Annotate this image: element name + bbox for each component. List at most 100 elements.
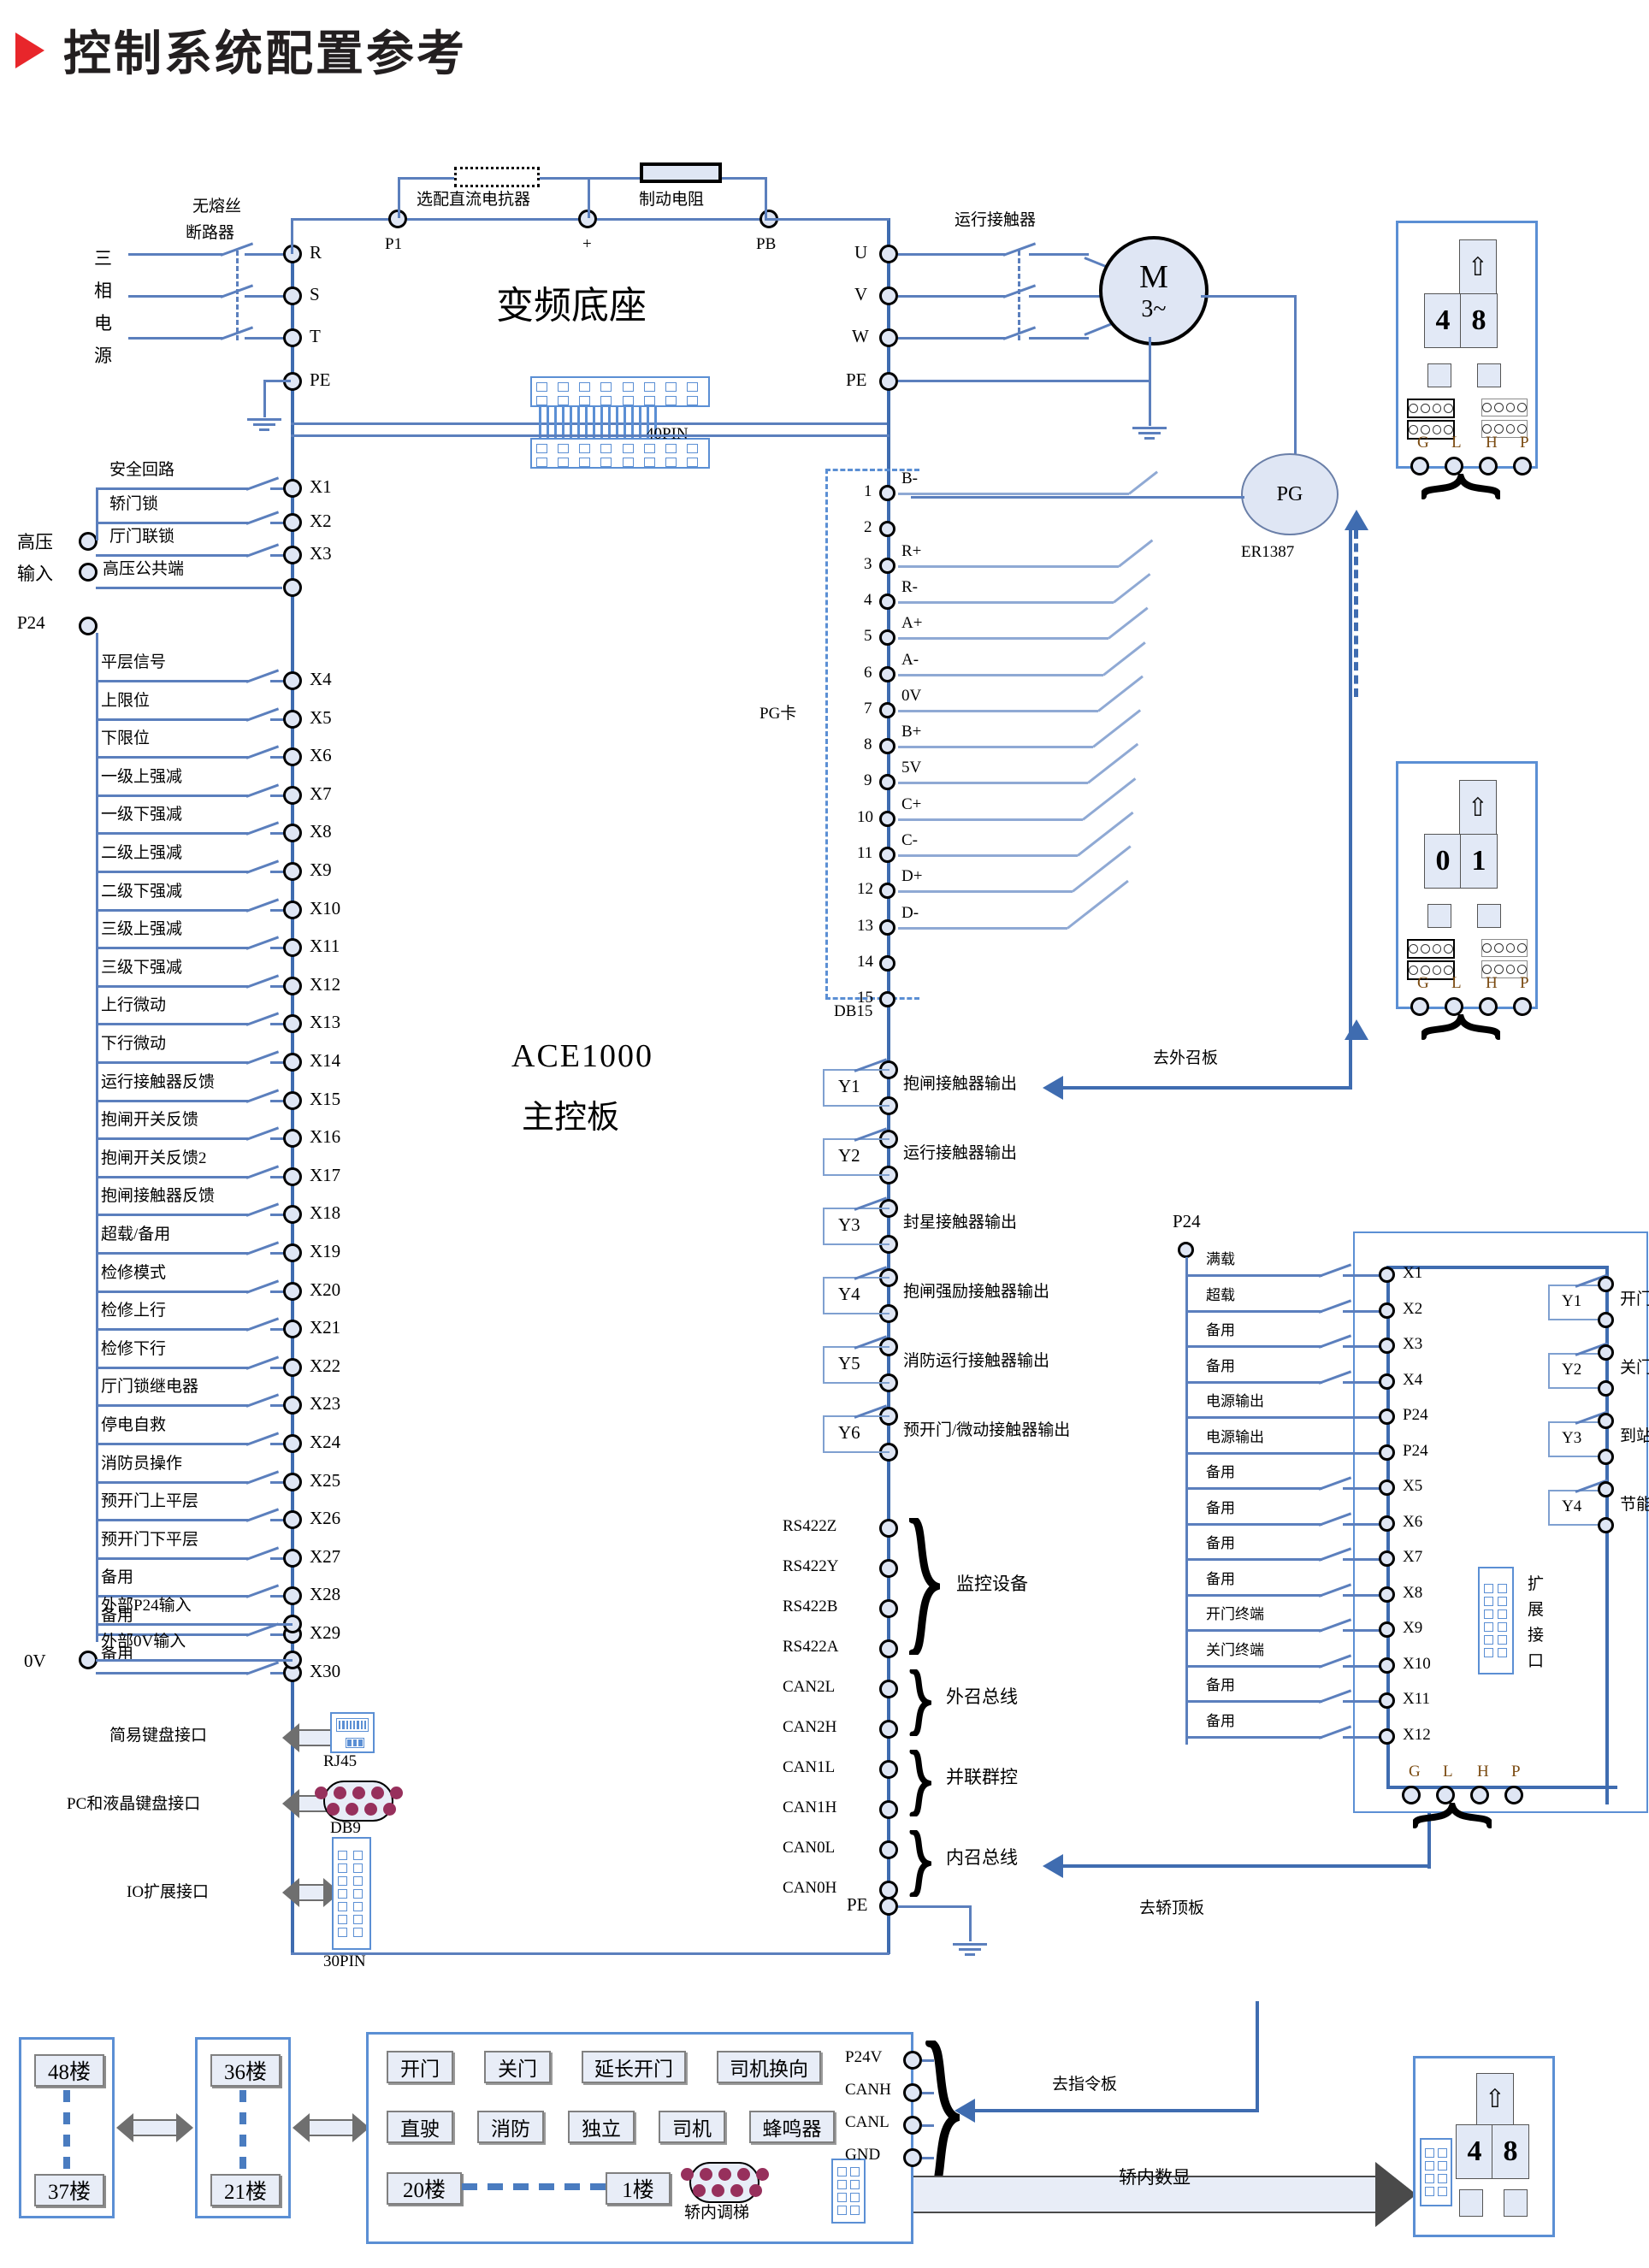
pg-pin-terminal-3[interactable] [879,558,895,574]
input-terminal-X24[interactable] [283,1434,302,1453]
input-terminal-X18[interactable] [283,1205,302,1224]
comm-signal-terminal-CAN2H[interactable] [879,1720,898,1739]
terminal-pe-out[interactable] [879,372,898,391]
hall-1-terminal-H[interactable] [1479,457,1498,475]
car-top-input-terminal-6[interactable] [1379,1480,1395,1496]
terminal-v[interactable] [879,286,898,305]
hall-1-terminal-G[interactable] [1410,457,1429,475]
comm-signal-terminal-CAN2L[interactable] [879,1680,898,1698]
car-top-input-terminal-2[interactable] [1379,1338,1395,1354]
car-top-output-terminal-Y3-a[interactable] [1598,1413,1614,1429]
hall-1-terminal-P[interactable] [1513,457,1532,475]
pg-pin-terminal-5[interactable] [879,629,895,646]
cop-button-开门[interactable]: 开门 [387,2051,453,2083]
hall-2-terminal-H[interactable] [1479,997,1498,1016]
hall-display-2-button-down[interactable] [1477,904,1501,928]
pg-pin-terminal-15[interactable] [879,991,895,1007]
input-terminal-X8[interactable] [283,824,302,842]
cop-button-蜂鸣器[interactable]: 蜂鸣器 [749,2111,835,2143]
car-top-input-terminal-5[interactable] [1379,1444,1395,1461]
input-terminal-X16[interactable] [283,1129,302,1148]
hall-display-2-connector-b[interactable] [1481,939,1528,957]
hall-display-2-connector-a[interactable] [1407,939,1455,959]
hall-2-terminal-L[interactable] [1445,997,1463,1016]
input-terminal-X26[interactable] [283,1510,302,1529]
comm-signal-terminal-CAN1H[interactable] [879,1800,898,1819]
terminal-u[interactable] [879,245,898,263]
hv-terminal-common[interactable] [79,563,98,582]
comm-signal-terminal-CAN1L[interactable] [879,1760,898,1779]
hall-2-terminal-G[interactable] [1410,997,1429,1016]
comm-signal-terminal-RS422B[interactable] [879,1599,898,1618]
pg-pin-terminal-8[interactable] [879,738,895,754]
pg-pin-terminal-4[interactable] [879,594,895,610]
hall-display-1-connector-b[interactable] [1481,399,1528,416]
car-display-button-2[interactable] [1504,2189,1528,2217]
terminal-p24-main[interactable] [79,617,98,635]
input-terminal-X11[interactable] [283,938,302,957]
cop-service-connector[interactable] [680,2162,769,2203]
hall-display-1-button-down[interactable] [1477,363,1501,387]
car-top-bus-terminal-L[interactable] [1436,1786,1455,1804]
hall-display-2-button-up[interactable] [1427,904,1451,928]
input-terminal-X28[interactable] [283,1586,302,1605]
car-top-input-terminal-9[interactable] [1379,1586,1395,1603]
terminal-t[interactable] [283,328,302,347]
car-top-bus-terminal-H[interactable] [1470,1786,1489,1804]
car-top-input-terminal-1[interactable] [1379,1302,1395,1319]
car-top-output-terminal-Y1-b[interactable] [1598,1312,1614,1328]
input-terminal-X19[interactable] [283,1243,302,1262]
hv-terminal-X1[interactable] [283,479,302,498]
car-top-input-terminal-0[interactable] [1379,1267,1395,1283]
cop-button-消防[interactable]: 消防 [477,2111,544,2143]
hv-terminal-live[interactable] [79,532,98,551]
rj45-connector[interactable] [330,1712,375,1753]
input-terminal-X15[interactable] [283,1091,302,1110]
input-terminal-X27[interactable] [283,1549,302,1568]
cop-terminal-CANL[interactable] [903,2116,922,2135]
terminal-0v[interactable] [79,1651,98,1669]
input-terminal-X13[interactable] [283,1014,302,1033]
car-top-output-terminal-Y3-b[interactable] [1598,1449,1614,1465]
pg-pin-terminal-10[interactable] [879,811,895,827]
pg-pin-terminal-12[interactable] [879,883,895,899]
cop-button-延长开门[interactable]: 延长开门 [582,2051,686,2083]
cop-button-司机换向[interactable]: 司机换向 [717,2051,821,2083]
main-board-pe-terminal[interactable] [879,1897,898,1916]
car-top-input-terminal-4[interactable] [1379,1409,1395,1425]
pg-pin-terminal-7[interactable] [879,702,895,718]
hall-1-terminal-L[interactable] [1445,457,1463,475]
car-top-input-terminal-11[interactable] [1379,1657,1395,1674]
cop-button-直驶[interactable]: 直驶 [387,2111,453,2143]
input-terminal-X21[interactable] [283,1320,302,1338]
input-terminal-X14[interactable] [283,1053,302,1072]
terminal-w[interactable] [879,328,898,347]
comm-signal-terminal-RS422A[interactable] [879,1639,898,1658]
cop-terminal-CANH[interactable] [903,2083,922,2102]
input-terminal-X23[interactable] [283,1396,302,1415]
hall-display-1-button-up[interactable] [1427,363,1451,387]
car-top-bus-terminal-P[interactable] [1504,1786,1523,1804]
input-terminal-X7[interactable] [283,786,302,805]
input-terminal-X4[interactable] [283,671,302,690]
comm-signal-terminal-CAN0L[interactable] [879,1840,898,1859]
car-top-output-terminal-Y4-a[interactable] [1598,1481,1614,1497]
car-display-button-1[interactable] [1459,2189,1483,2217]
input-terminal-X5[interactable] [283,710,302,729]
input-terminal-X10[interactable] [283,901,302,919]
hv-terminal-X3[interactable] [283,546,302,564]
pg-pin-terminal-13[interactable] [879,919,895,936]
pg-pin-terminal-14[interactable] [879,955,895,972]
hall-2-terminal-P[interactable] [1513,997,1532,1016]
car-top-expansion-connector[interactable] [1478,1567,1514,1674]
hall-display-2-connector-c[interactable] [1407,960,1455,980]
hall-display-1-connector-a[interactable] [1407,399,1455,418]
input-terminal-X22[interactable] [283,1358,302,1377]
db9-connector[interactable] [314,1781,403,1822]
car-top-terminal-p24[interactable] [1178,1242,1194,1258]
car-top-input-terminal-3[interactable] [1379,1373,1395,1390]
hall-display-1-connector-c[interactable] [1407,420,1455,440]
cop-button-司机[interactable]: 司机 [659,2111,725,2143]
car-top-output-terminal-Y2-a[interactable] [1598,1344,1614,1361]
pg-pin-terminal-2[interactable] [879,521,895,537]
